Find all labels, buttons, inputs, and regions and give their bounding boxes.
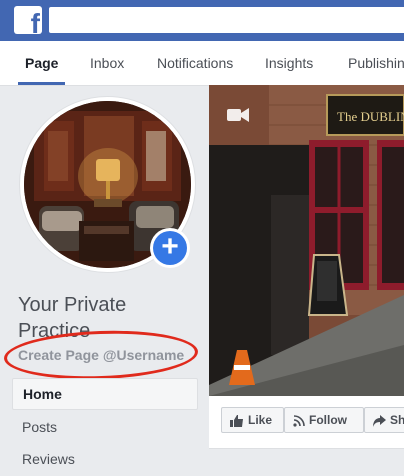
page-nav-bar: Page Inbox Notifications Insights Publis…	[0, 41, 404, 86]
video-camera-icon[interactable]	[227, 107, 249, 123]
facebook-logo-letter: f	[30, 8, 40, 35]
cover-photo[interactable]: The DUBLINE	[209, 85, 404, 396]
follow-button[interactable]: Follow	[284, 407, 364, 433]
pub-exterior-photo: The DUBLINE	[209, 85, 404, 396]
pub-sign-text: The DUBLINE	[337, 109, 404, 124]
tab-publishing[interactable]: Publishing	[348, 41, 404, 85]
share-arrow-icon	[373, 414, 386, 427]
follow-label: Follow	[309, 413, 347, 427]
tab-inbox[interactable]: Inbox	[90, 41, 124, 85]
top-bar: f	[0, 0, 404, 41]
like-button[interactable]: Like	[221, 407, 284, 433]
page-side-menu: Home Posts Reviews	[12, 378, 198, 476]
share-label: Sh	[390, 413, 404, 427]
plus-icon: +	[153, 231, 187, 265]
rss-icon	[293, 415, 305, 427]
facebook-logo-icon[interactable]: f	[14, 6, 42, 34]
thumbs-up-icon	[230, 414, 243, 427]
add-photo-button[interactable]: +	[150, 228, 190, 268]
tab-insights[interactable]: Insights	[265, 41, 313, 85]
side-menu-home[interactable]: Home	[12, 378, 198, 410]
share-button[interactable]: Sh	[364, 407, 404, 433]
page-action-bar: Like Follow Sh	[209, 396, 404, 449]
tab-page[interactable]: Page	[17, 41, 67, 85]
search-input[interactable]	[49, 7, 404, 33]
tab-notifications[interactable]: Notifications	[157, 41, 233, 85]
like-label: Like	[248, 413, 273, 427]
side-menu-reviews[interactable]: Reviews	[12, 444, 198, 474]
side-menu-posts[interactable]: Posts	[12, 412, 198, 442]
